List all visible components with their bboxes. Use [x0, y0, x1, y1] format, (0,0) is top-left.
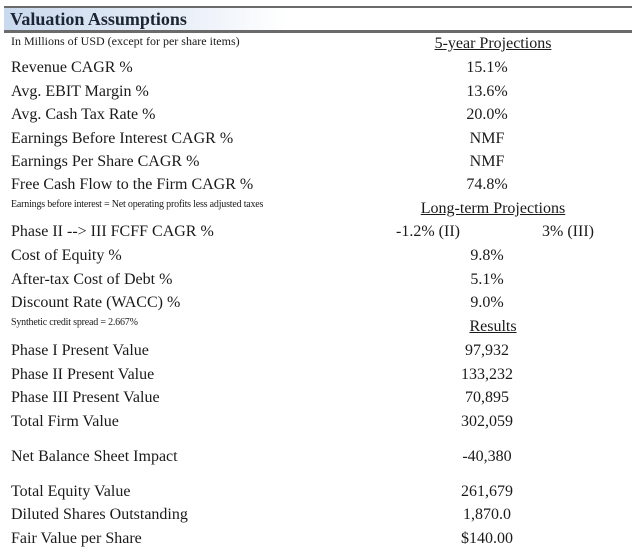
- row-label: Phase II --> III FCFF CAGR %: [11, 223, 214, 240]
- row-label: Fair Value per Share: [11, 530, 142, 547]
- row-label: Earnings Before Interest CAGR %: [11, 130, 234, 147]
- ebi-footnote: Earnings before interest = Net operating…: [11, 199, 264, 210]
- row-value: $140.00: [461, 530, 513, 547]
- phase-iii-value: 3% (III): [542, 223, 594, 240]
- row-label: Total Equity Value: [11, 483, 131, 500]
- row-label: Avg. EBIT Margin %: [11, 83, 149, 100]
- row-label: Diluted Shares Outstanding: [11, 506, 188, 523]
- row-value: 5.1%: [470, 271, 504, 288]
- row-value: 13.6%: [466, 83, 508, 100]
- results-heading: Results: [469, 318, 517, 335]
- row-value: NMF: [469, 130, 505, 147]
- row-label: After-tax Cost of Debt %: [11, 271, 173, 288]
- row-label: Cost of Equity %: [11, 247, 122, 264]
- long-term-heading: Long-term Projections: [420, 200, 566, 217]
- row-label: Avg. Cash Tax Rate %: [11, 106, 156, 123]
- row-label: Net Balance Sheet Impact: [11, 448, 178, 465]
- row-value: 97,932: [465, 342, 509, 359]
- row-label: Free Cash Flow to the Firm CAGR %: [11, 176, 254, 193]
- row-value: 261,679: [461, 483, 513, 500]
- credit-spread-footnote: Synthetic credit spread = 2.667%: [11, 317, 138, 328]
- units-note: In Millions of USD (except for per share…: [11, 34, 240, 48]
- row-value: -40,380: [462, 448, 512, 465]
- row-label: Total Firm Value: [11, 413, 119, 430]
- row-value: 133,232: [461, 366, 513, 383]
- row-value: 74.8%: [466, 176, 508, 193]
- row-label: Discount Rate (WACC) %: [11, 294, 181, 311]
- five-year-heading: 5-year Projections: [434, 35, 552, 52]
- row-label: Phase II Present Value: [11, 366, 155, 383]
- row-value: 70,895: [465, 389, 509, 406]
- row-label: Phase III Present Value: [11, 389, 160, 406]
- table-title: Valuation Assumptions: [10, 9, 187, 29]
- row-value: 15.1%: [466, 59, 508, 76]
- row-label: Phase I Present Value: [11, 342, 149, 359]
- row-value: 9.0%: [470, 294, 504, 311]
- phase-ii-value: -1.2% (II): [396, 223, 460, 240]
- row-value: NMF: [469, 153, 505, 170]
- row-value: 20.0%: [466, 106, 508, 123]
- row-label: Revenue CAGR %: [11, 59, 133, 76]
- row-value: 302,059: [461, 413, 513, 430]
- row-value: 1,870.0: [463, 506, 511, 523]
- row-value: 9.8%: [470, 247, 504, 264]
- row-label: Earnings Per Share CAGR %: [11, 153, 200, 170]
